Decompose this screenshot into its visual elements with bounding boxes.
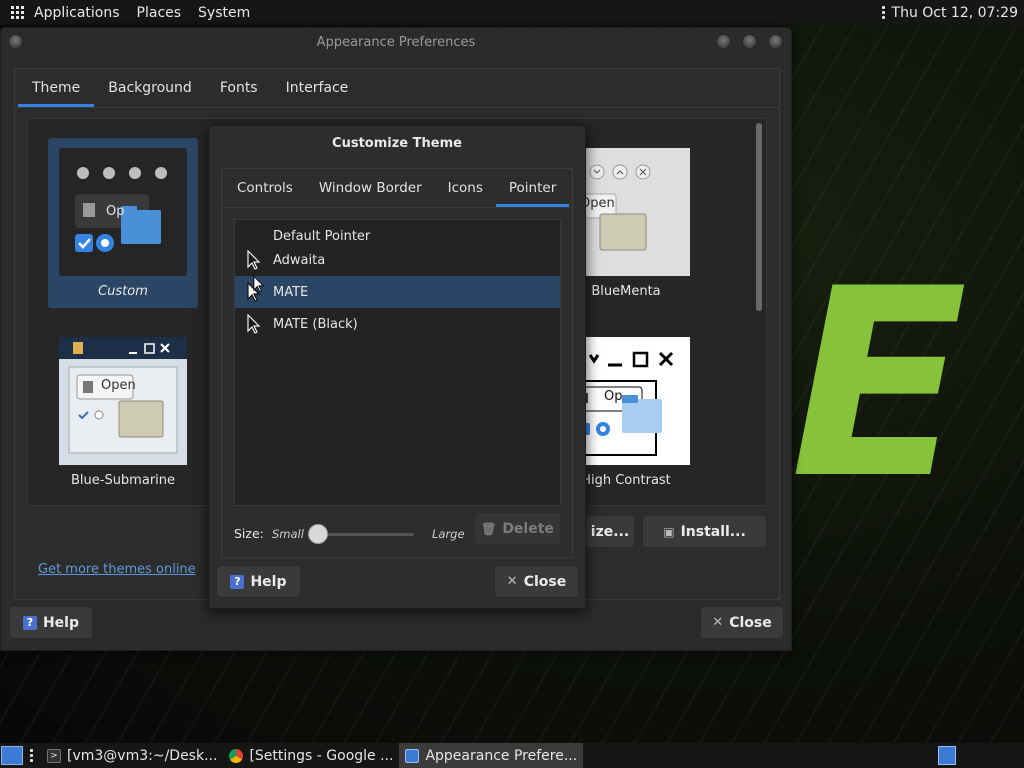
help-label: Help: [42, 614, 80, 631]
theme-label-blue-submarine: Blue-Submarine: [70, 473, 176, 488]
task-label: Appearance Prefere...: [425, 747, 578, 764]
customize-theme-dialog: Customize Theme Controls Window Border I…: [208, 125, 586, 609]
themes-scrollbar[interactable]: [756, 123, 762, 311]
help-button[interactable]: ? Help: [9, 606, 93, 639]
theme-item-blue-submarine[interactable]: Open Blue-Submarine: [48, 327, 198, 497]
dialog-help-button[interactable]: ? Help: [216, 565, 301, 598]
size-slider-track[interactable]: [318, 533, 414, 536]
chrome-icon: [229, 748, 244, 763]
dialog-close-label: Close: [523, 573, 567, 590]
taskbar: > [vm3@vm3:~/Desk... [Settings - Google …: [0, 743, 1024, 768]
show-desktop-icon[interactable]: [1, 746, 23, 765]
taskbar-handle-icon[interactable]: [30, 749, 33, 762]
task-chrome[interactable]: [Settings - Google ...: [223, 743, 399, 768]
dialog-close-button[interactable]: ✕ Close: [494, 565, 579, 598]
appearance-icon: [405, 748, 420, 763]
tab-controls[interactable]: Controls: [224, 169, 306, 207]
pointer-item-adwaita[interactable]: Adwaita: [235, 244, 560, 276]
tab-fonts[interactable]: Fonts: [206, 69, 272, 107]
panel-menu-icon[interactable]: [881, 6, 885, 19]
dialog-notebook: Controls Window Border Icons Pointer Def…: [221, 168, 573, 558]
tab-bar: Theme Background Fonts Interface: [18, 69, 362, 107]
pointer-item-mate[interactable]: MATE: [235, 276, 560, 308]
pointer-label: MATE (Black): [273, 316, 358, 332]
task-label: [Settings - Google ...: [249, 747, 394, 764]
dialog-help-label: Help: [250, 573, 287, 590]
close-window-icon[interactable]: [768, 34, 783, 49]
menu-places[interactable]: Places: [137, 5, 182, 21]
desktop-logo: E: [790, 234, 968, 536]
cursor-arrow-icon: [235, 250, 273, 270]
pointer-label: Default Pointer: [273, 228, 371, 244]
menu-applications[interactable]: Applications: [34, 5, 120, 21]
theme-item-custom[interactable]: Op Custom: [48, 138, 198, 308]
close-button[interactable]: ✕ Close: [700, 606, 784, 639]
delete-label: Delete: [502, 520, 554, 537]
tab-icons[interactable]: Icons: [435, 169, 496, 207]
size-slider-knob[interactable]: [308, 524, 328, 544]
task-terminal[interactable]: > [vm3@vm3:~/Desk...: [41, 743, 223, 768]
customize-label: ize...: [590, 523, 630, 540]
tab-divider: [222, 207, 572, 208]
window-title: Appearance Preferences: [316, 35, 476, 50]
pointer-label: Adwaita: [273, 252, 326, 268]
thumb-open-text: Op: [106, 204, 125, 219]
tab-window-border[interactable]: Window Border: [306, 169, 435, 207]
get-more-themes-link[interactable]: Get more themes online: [38, 562, 196, 577]
minimize-icon[interactable]: [716, 34, 731, 49]
mouse-cursor-icon: [253, 275, 265, 297]
size-small-label: Small: [272, 527, 304, 541]
delete-button[interactable]: 🗑 Delete: [474, 512, 561, 545]
terminal-icon: >: [47, 748, 61, 763]
menu-system[interactable]: System: [198, 5, 250, 21]
task-appearance[interactable]: Appearance Prefere...: [399, 743, 584, 768]
tab-interface[interactable]: Interface: [272, 69, 363, 107]
clock[interactable]: Thu Oct 12, 07:29: [892, 5, 1018, 21]
workspace-switcher[interactable]: [938, 746, 956, 765]
install-icon: ▣: [663, 524, 675, 539]
thumb-open-text: Op: [604, 389, 623, 404]
tab-theme[interactable]: Theme: [18, 69, 95, 107]
thumb-open-text: Open: [101, 378, 136, 393]
pointer-list: Default Pointer Adwaita MATE MATE (Black…: [234, 219, 561, 506]
customize-button[interactable]: ize...: [585, 515, 635, 548]
size-label: Size:: [234, 526, 264, 541]
help-icon: ?: [230, 574, 245, 589]
dialog-tab-bar: Controls Window Border Icons Pointer: [224, 169, 570, 207]
task-label: [vm3@vm3:~/Desk...: [67, 747, 218, 764]
tab-pointer[interactable]: Pointer: [495, 169, 570, 207]
titlebar[interactable]: Appearance Preferences: [1, 28, 791, 56]
install-label: Install...: [680, 523, 746, 540]
pointer-label: MATE: [273, 284, 309, 300]
maximize-icon[interactable]: [742, 34, 757, 49]
theme-thumb-blue-submarine: Open: [59, 337, 187, 465]
size-large-label: Large: [432, 527, 465, 541]
pointer-item-mate-black[interactable]: MATE (Black): [235, 308, 560, 340]
dialog-title: Customize Theme: [332, 136, 462, 151]
top-panel: Applications Places System Thu Oct 12, 0…: [0, 0, 1024, 25]
install-button[interactable]: ▣ Install...: [642, 515, 767, 548]
tab-background[interactable]: Background: [94, 69, 206, 107]
close-icon: ✕: [712, 615, 724, 630]
trash-icon: 🗑: [481, 521, 497, 536]
help-icon: ?: [22, 615, 37, 630]
theme-label-custom: Custom: [98, 284, 148, 299]
theme-thumb-custom: Op: [59, 148, 187, 276]
close-icon: ✕: [506, 574, 518, 589]
close-label: Close: [729, 614, 772, 631]
cursor-arrow-icon: [235, 314, 273, 334]
apps-grid-icon[interactable]: [11, 5, 25, 20]
